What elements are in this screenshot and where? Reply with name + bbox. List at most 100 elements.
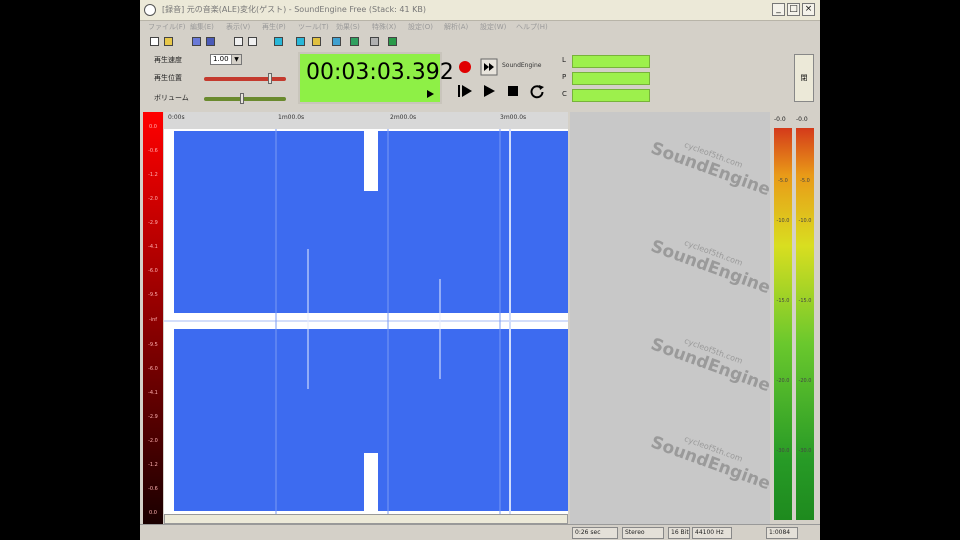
right-level-meter: -5.0 -10.0 -15.0 -20.0 -30.0: [796, 128, 814, 520]
save-as-icon[interactable]: [206, 37, 215, 46]
playback-controls: 再生速度 1.00 ▼ 再生位置 ボリューム: [148, 52, 298, 106]
ruler-tick: 1m00.0s: [278, 114, 305, 121]
volume-label: ボリューム: [154, 94, 189, 102]
menu-edit[interactable]: 編集(E): [190, 22, 214, 32]
mini-label-p: P: [562, 73, 567, 81]
play-selection-icon[interactable]: [456, 82, 474, 100]
mini-bar-p: [572, 72, 650, 85]
undo-icon[interactable]: [234, 37, 243, 46]
loop-icon[interactable]: [528, 82, 546, 100]
db-tick: -1.2: [148, 462, 158, 468]
play-icon[interactable]: [480, 82, 498, 100]
tempo-icon[interactable]: [350, 37, 359, 46]
analysis-icon[interactable]: [388, 37, 397, 46]
menu-bar: ファイル(F) 編集(E) 表示(V) 再生(P) ツール(T) 効果(S) 特…: [140, 20, 820, 34]
db-tick: 0.0: [149, 124, 157, 130]
level-meters: -0.0 -0.0 -5.0 -10.0 -15.0 -20.0 -30.0 -…: [770, 112, 820, 524]
mix-icon[interactable]: [332, 37, 341, 46]
mini-bar-c: [572, 89, 650, 102]
mini-panel-button[interactable]: 閉: [794, 54, 814, 102]
spectrum-icon[interactable]: [370, 37, 379, 46]
menu-view[interactable]: 表示(V): [226, 22, 250, 32]
mini-level-panel: L P C: [560, 52, 660, 106]
close-button[interactable]: ×: [802, 3, 815, 16]
db-tick: -0.6: [148, 148, 158, 154]
left-peak-value: -0.0: [774, 116, 786, 123]
speed-label: 再生速度: [154, 56, 182, 64]
menu-tools[interactable]: ツール(T): [298, 22, 329, 32]
volume-slider[interactable]: [204, 97, 286, 101]
menu-effects[interactable]: 効果(S): [336, 22, 360, 32]
ruler-tick: 0:00s: [168, 114, 185, 121]
status-zoom: 1:0084: [766, 527, 798, 539]
db-tick: -2.9: [148, 414, 158, 420]
position-slider[interactable]: [204, 77, 286, 81]
db-tick: -4.1: [148, 390, 158, 396]
db-tick: -2.9: [148, 220, 158, 226]
menu-analyze[interactable]: 解析(A): [444, 22, 468, 32]
menu-help[interactable]: ヘルプ(H): [516, 22, 548, 32]
db-tick: -2.0: [148, 196, 158, 202]
left-level-meter: -5.0 -10.0 -15.0 -20.0 -30.0: [774, 128, 792, 520]
input-icon[interactable]: [296, 37, 305, 46]
record-icon[interactable]: [456, 58, 474, 76]
status-channels: Stereo: [622, 527, 664, 539]
watermark: cycleof5th.com SoundEngine: [648, 432, 773, 495]
menu-play[interactable]: 再生(P): [262, 22, 286, 32]
status-bit-depth: 16 Bit: [668, 527, 690, 539]
playing-indicator-icon: [427, 90, 434, 98]
mini-label-l: L: [562, 56, 566, 64]
status-selection-length: 0:26 sec: [572, 527, 618, 539]
mini-bar-l: [572, 55, 650, 68]
redo-icon[interactable]: [248, 37, 257, 46]
position-label: 再生位置: [154, 74, 182, 82]
waveform[interactable]: [164, 129, 568, 514]
app-icon: [144, 4, 156, 16]
time-display-value: 00:03:03.392: [306, 60, 454, 85]
db-tick: -inf: [148, 317, 158, 323]
menu-file[interactable]: ファイル(F): [148, 22, 186, 32]
brand-label: SoundEngine: [502, 62, 542, 69]
right-peak-value: -0.0: [796, 116, 808, 123]
maximize-button[interactable]: □: [787, 3, 800, 16]
mic-icon[interactable]: [274, 37, 283, 46]
minimize-button[interactable]: _: [772, 3, 785, 16]
chevron-down-icon: ▼: [231, 55, 241, 64]
open-folder-icon[interactable]: [164, 37, 173, 46]
menu-options[interactable]: 設定(O): [408, 22, 433, 32]
db-tick: -2.0: [148, 438, 158, 444]
effect-icon[interactable]: [312, 37, 321, 46]
db-tick: -6.0: [148, 268, 158, 274]
watermark: cycleof5th.com SoundEngine: [648, 236, 773, 299]
empty-area: cycleof5th.com SoundEngine cycleof5th.com…: [570, 112, 773, 524]
window-title: [録音] 元の音楽(ALE)変化(ゲスト) - SoundEngine Free…: [162, 5, 426, 14]
watermark: cycleof5th.com SoundEngine: [648, 138, 773, 201]
record-next-icon[interactable]: [480, 58, 498, 76]
ruler-tick: 2m00.0s: [390, 114, 417, 121]
db-tick: -9.5: [148, 292, 158, 298]
new-file-icon[interactable]: [150, 37, 159, 46]
title-bar: [録音] 元の音楽(ALE)変化(ゲスト) - SoundEngine Free…: [140, 0, 820, 21]
time-display: 00:03:03.392: [298, 52, 454, 104]
horizontal-scrollbar[interactable]: [164, 514, 568, 524]
db-tick: -9.5: [148, 342, 158, 348]
menu-window[interactable]: 設定(W): [480, 22, 506, 32]
time-ruler: 0:00s 1m00.0s 2m00.0s 3m00.0s: [164, 112, 568, 130]
waveform-view[interactable]: 0:00s 1m00.0s 2m00.0s 3m00.0s: [164, 112, 568, 524]
db-tick: -1.2: [148, 172, 158, 178]
menu-special[interactable]: 特殊(X): [372, 22, 396, 32]
db-tick: -4.1: [148, 244, 158, 250]
status-bar: 0:26 sec Stereo 16 Bit 44100 Hz 1:0084: [140, 524, 820, 540]
save-icon[interactable]: [192, 37, 201, 46]
mini-label-c: C: [562, 90, 567, 98]
volume-slider-thumb[interactable]: [240, 93, 244, 104]
transport-controls: SoundEngine: [448, 52, 558, 104]
app-window: [録音] 元の音楽(ALE)変化(ゲスト) - SoundEngine Free…: [140, 0, 820, 540]
position-slider-thumb[interactable]: [268, 73, 272, 84]
db-tick: -6.0: [148, 366, 158, 372]
speed-select[interactable]: 1.00 ▼: [210, 54, 242, 65]
stop-icon[interactable]: [504, 82, 522, 100]
status-sample-rate: 44100 Hz: [692, 527, 732, 539]
ruler-tick: 3m00.0s: [500, 114, 527, 121]
watermark: cycleof5th.com SoundEngine: [648, 334, 773, 397]
